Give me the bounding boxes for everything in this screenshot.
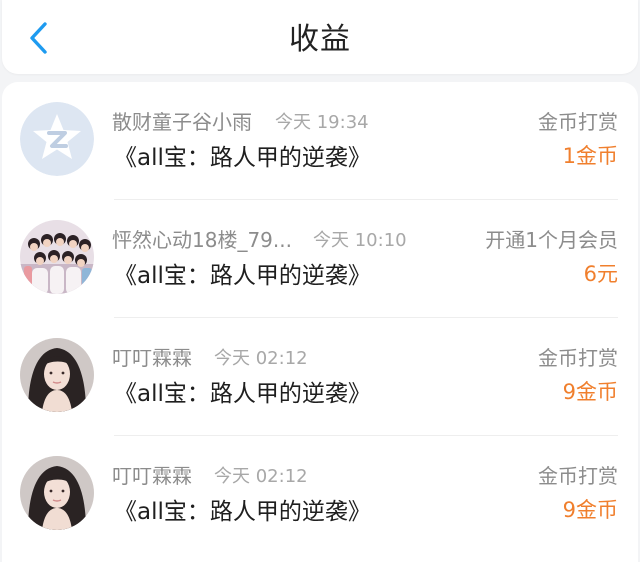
work-title: 《all宝：路人甲的逆袭》 [114,145,371,171]
earning-type: 金币打赏 [538,346,618,370]
earning-type: 金币打赏 [538,110,618,134]
timestamp: 今天 19:34 [275,112,369,133]
group-photo-avatar [20,220,94,294]
timestamp: 今天 02:12 [214,466,308,487]
list-item[interactable]: 叮叮霖霖 今天 02:12 《all宝：路人甲的逆袭》 金币打赏 9金币 [2,436,638,554]
list-item[interactable]: 散财童子谷小雨 今天 19:34 《all宝：路人甲的逆袭》 金币打赏 1金币 [2,82,638,200]
header-bar: 收益 [2,0,638,74]
earning-amount: 9金币 [562,498,618,522]
portrait-photo-avatar [20,338,94,412]
earning-amount: 9金币 [562,380,618,404]
earnings-list: 散财童子谷小雨 今天 19:34 《all宝：路人甲的逆袭》 金币打赏 1金币 [2,82,638,562]
earning-type: 金币打赏 [538,464,618,488]
work-title: 《all宝：路人甲的逆袭》 [114,263,371,289]
user-name: 叮叮霖霖 [112,346,192,370]
avatar[interactable] [20,456,94,530]
timestamp: 今天 10:10 [313,230,407,251]
timestamp: 今天 02:12 [214,348,308,369]
work-title: 《all宝：路人甲的逆袭》 [114,381,371,407]
earning-amount: 1金币 [562,144,618,168]
earning-type: 开通1个月会员 [485,228,618,252]
earning-amount: 6元 [583,262,618,286]
list-item[interactable]: 怦然心动18楼_79... 今天 10:10 《all宝：路人甲的逆袭》 开通1… [2,200,638,318]
user-name: 散财童子谷小雨 [112,110,252,134]
page-title: 收益 [289,22,351,57]
user-name: 叮叮霖霖 [112,464,192,488]
user-name: 怦然心动18楼_79... [112,228,292,252]
avatar[interactable] [20,338,94,412]
avatar[interactable] [20,220,94,294]
portrait-photo-avatar [20,456,94,530]
list-item[interactable]: 叮叮霖霖 今天 02:12 《all宝：路人甲的逆袭》 金币打赏 9金币 [2,318,638,436]
work-title: 《all宝：路人甲的逆袭》 [114,499,371,525]
default-z-logo-avatar [20,102,94,176]
avatar[interactable] [20,102,94,176]
